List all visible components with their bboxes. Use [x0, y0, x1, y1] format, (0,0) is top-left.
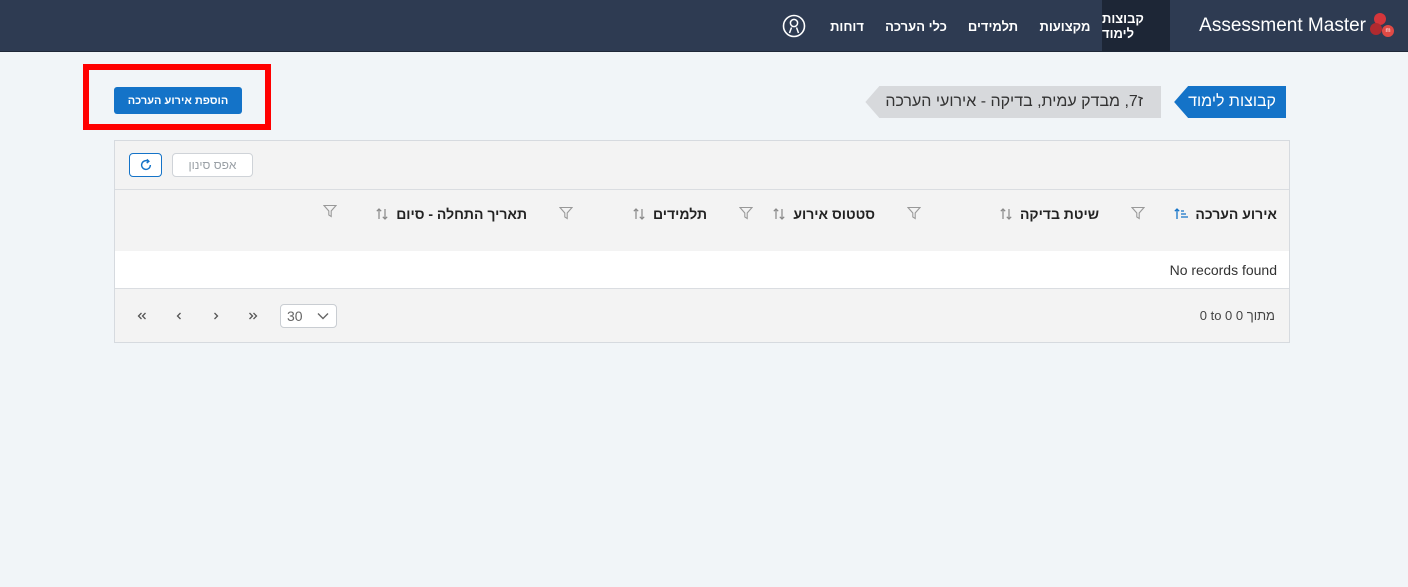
reset-filter-label: אפס סינון [188, 158, 237, 172]
breadcrumb-root-label: קבוצות לימוד [1188, 93, 1276, 110]
column-header-label: תאריך התחלה - סיום [396, 206, 527, 222]
chevron-left-icon [176, 312, 181, 320]
nav-item-label: דוחות [830, 18, 864, 34]
column-header-label: שיטת בדיקה [1019, 206, 1099, 222]
nav-item-reports[interactable]: דוחות [824, 0, 870, 52]
brand[interactable]: Assessment Master m [1199, 0, 1396, 52]
filter-icon[interactable] [323, 204, 337, 218]
prev-page-button[interactable] [169, 306, 189, 326]
events-grid: אפס סינון אירוע הערכה שיטת בדיקה סטטוס א… [114, 140, 1290, 343]
reset-filter-button[interactable]: אפס סינון [172, 153, 253, 177]
refresh-button[interactable] [129, 153, 162, 177]
first-page-button[interactable] [132, 306, 152, 326]
column-header-label: אירוע הערכה [1195, 206, 1277, 222]
grid-pager: 30 0 to 0 מתוך 0 [115, 289, 1289, 343]
brand-logo-icon: m [1370, 11, 1396, 41]
filter-icon[interactable] [559, 206, 573, 220]
double-chevron-right-icon [249, 312, 258, 320]
column-header-status[interactable]: סטטוס אירוע [771, 204, 875, 224]
no-records-text: No records found [1169, 262, 1277, 278]
top-navbar: Assessment Master m קבוצות לימוד מקצועות… [0, 0, 1408, 52]
column-header-event[interactable]: אירוע הערכה [1173, 204, 1277, 224]
pager-info-text: 0 to 0 מתוך 0 [1199, 308, 1275, 323]
column-header-label: סטטוס אירוע [793, 206, 875, 222]
nav-item-subjects[interactable]: מקצועות [1034, 0, 1096, 52]
column-header-dates[interactable]: תאריך התחלה - סיום [374, 204, 527, 224]
filter-icon[interactable] [739, 206, 753, 220]
filter-icon[interactable] [1131, 206, 1145, 220]
user-account-icon[interactable] [782, 14, 806, 38]
breadcrumb-current-label: ז7, מבדק עמית, בדיקה - אירועי הערכה [885, 93, 1143, 110]
nav-item-label: מקצועות [1039, 18, 1091, 34]
grid-header-row: אירוע הערכה שיטת בדיקה סטטוס אירוע תלמיד… [115, 190, 1289, 251]
chevron-right-icon [214, 312, 219, 320]
next-page-button[interactable] [206, 306, 226, 326]
filter-icon[interactable] [907, 206, 921, 220]
double-chevron-left-icon [137, 312, 146, 320]
grid-empty-row: No records found [115, 251, 1289, 289]
sort-ascending-icon[interactable] [1173, 206, 1189, 222]
chevron-down-icon [317, 313, 329, 320]
breadcrumb-current: ז7, מבדק עמית, בדיקה - אירועי הערכה [865, 86, 1161, 118]
nav-item-label: קבוצות לימוד [1102, 11, 1144, 41]
sort-icon[interactable] [998, 206, 1014, 222]
nav-item-label: תלמידים [967, 18, 1019, 34]
nav-item-assessment-tools[interactable]: כלי הערכה [882, 0, 950, 52]
brand-name: Assessment Master [1199, 15, 1366, 36]
column-header-method[interactable]: שיטת בדיקה [998, 204, 1099, 224]
nav-item-study-groups[interactable]: קבוצות לימוד [1102, 0, 1170, 52]
page-size-value: 30 [287, 308, 303, 324]
nav-item-label: כלי הערכה [885, 18, 947, 34]
grid-toolbar: אפס סינון [115, 141, 1289, 190]
add-assessment-event-button[interactable]: הוספת אירוע הערכה [114, 87, 242, 114]
page-size-select[interactable]: 30 [280, 304, 337, 328]
last-page-button[interactable] [243, 306, 263, 326]
sort-icon[interactable] [771, 206, 787, 222]
sort-icon[interactable] [374, 206, 390, 222]
column-header-label: תלמידים [652, 206, 707, 222]
breadcrumb-root[interactable]: קבוצות לימוד [1174, 86, 1286, 118]
nav-item-students[interactable]: תלמידים [964, 0, 1022, 52]
sort-icon[interactable] [631, 206, 647, 222]
column-header-students[interactable]: תלמידים [631, 204, 707, 224]
refresh-icon [140, 158, 151, 171]
